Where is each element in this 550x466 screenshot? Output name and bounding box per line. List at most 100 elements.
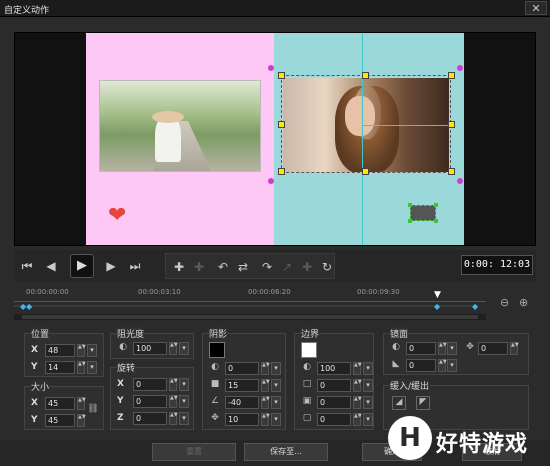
zoom-in-icon[interactable]: ⊕: [519, 296, 528, 309]
mirror-opacity-input[interactable]: 0: [406, 342, 436, 355]
resize-handle-tl[interactable]: [278, 72, 285, 79]
rotation-x-input[interactable]: 0: [133, 378, 167, 391]
opacity-input[interactable]: 100: [133, 342, 167, 355]
overlay-photo-girl-path[interactable]: [99, 80, 261, 172]
move-left-icon[interactable]: ↷: [258, 258, 276, 276]
border-width-spinner[interactable]: ▲▼: [353, 379, 362, 392]
distort-handle-br[interactable]: [457, 178, 463, 184]
shadow-angle-dropdown[interactable]: ▾: [271, 396, 281, 409]
small-overlay-object[interactable]: [410, 205, 436, 221]
rotation-y-input[interactable]: 0: [133, 395, 167, 408]
position-y-spinner[interactable]: ▲▼: [77, 361, 86, 374]
distort-handle-bl[interactable]: [268, 178, 274, 184]
size-x-input[interactable]: 45: [45, 397, 75, 410]
timecode-display[interactable]: 0:00: 12:03: [461, 255, 533, 275]
position-y-dropdown[interactable]: ▾: [87, 361, 97, 374]
border-blur-dropdown[interactable]: ▾: [363, 396, 373, 409]
timeline-ruler[interactable]: 00:00:00:00 00:00:03:10 00:00:06:20 00:0…: [14, 286, 494, 316]
rotation-x-spinner[interactable]: ▲▼: [169, 378, 178, 391]
add-keyframe-icon[interactable]: ✚: [170, 258, 188, 276]
fade-in-icon[interactable]: ◢: [392, 396, 406, 410]
position-x-spinner[interactable]: ▲▼: [77, 344, 86, 357]
reset-button[interactable]: 重置: [152, 443, 236, 461]
size-x-spinner[interactable]: ▲▼: [77, 397, 86, 410]
rotation-x-dropdown[interactable]: ▾: [179, 378, 189, 391]
rotation-z-spinner[interactable]: ▲▼: [169, 412, 178, 425]
go-to-start-icon[interactable]: ⏮: [18, 257, 36, 275]
small-handle-tl[interactable]: [408, 203, 412, 207]
mirror-opacity-spinner[interactable]: ▲▼: [438, 342, 447, 355]
mirror-opacity-dropdown[interactable]: ▾: [447, 342, 457, 355]
shadow-opacity-input[interactable]: 0: [225, 362, 259, 375]
shadow-blur-spinner[interactable]: ▲▼: [261, 379, 270, 392]
timeline-scrollbar[interactable]: [14, 314, 486, 320]
border-corner-input[interactable]: 0: [317, 413, 351, 426]
shadow-angle-spinner[interactable]: ▲▼: [261, 396, 270, 409]
swap-keyframes-icon[interactable]: ⇄: [234, 258, 252, 276]
fade-out-icon[interactable]: ◤: [416, 396, 430, 410]
border-blur-input[interactable]: 0: [317, 396, 351, 409]
shadow-angle-input[interactable]: -40: [225, 396, 259, 409]
resize-handle-tr[interactable]: [448, 72, 455, 79]
mirror-fade-dropdown[interactable]: ▾: [447, 359, 457, 372]
mirror-offset-input[interactable]: 0: [478, 342, 508, 355]
keyframe-marker[interactable]: ◆: [434, 302, 440, 311]
next-keyframe-icon[interactable]: ↻: [318, 258, 336, 276]
keyframe-marker[interactable]: ◆: [472, 302, 478, 311]
mirror-fade-input[interactable]: 0: [406, 359, 436, 372]
border-opacity-dropdown[interactable]: ▾: [363, 362, 373, 375]
small-handle-bl[interactable]: [408, 219, 412, 223]
selection-box[interactable]: [281, 75, 451, 173]
border-opacity-spinner[interactable]: ▲▼: [353, 362, 362, 375]
small-handle-br[interactable]: [434, 219, 438, 223]
previous-frame-icon[interactable]: ◀: [42, 257, 60, 275]
distort-handle-tl[interactable]: [268, 65, 274, 71]
distort-handle-tr[interactable]: [457, 65, 463, 71]
play-button[interactable]: ▶: [70, 254, 94, 278]
link-aspect-icon[interactable]: ⛓: [87, 404, 99, 417]
resize-handle-bl[interactable]: [278, 168, 285, 175]
small-handle-tr[interactable]: [434, 203, 438, 207]
opacity-spinner[interactable]: ▲▼: [169, 342, 178, 355]
go-to-end-icon[interactable]: ⏭: [126, 257, 144, 275]
resize-handle-l[interactable]: [278, 121, 285, 128]
border-corner-spinner[interactable]: ▲▼: [353, 413, 362, 426]
keyframe-marker[interactable]: ◆◆: [20, 302, 32, 311]
border-width-dropdown[interactable]: ▾: [363, 379, 373, 392]
resize-handle-b[interactable]: [362, 168, 369, 175]
scrollbar-thumb[interactable]: [22, 315, 478, 319]
save-as-button[interactable]: 保存至...: [244, 443, 328, 461]
close-button[interactable]: ✕: [525, 1, 547, 15]
resize-handle-br[interactable]: [448, 168, 455, 175]
rotation-y-dropdown[interactable]: ▾: [179, 395, 189, 408]
position-x-dropdown[interactable]: ▾: [87, 344, 97, 357]
shadow-distance-spinner[interactable]: ▲▼: [261, 413, 270, 426]
reverse-keyframe-icon[interactable]: ↶: [214, 258, 232, 276]
zoom-out-icon[interactable]: ⊖: [500, 296, 509, 309]
resize-handle-r[interactable]: [448, 121, 455, 128]
mirror-offset-spinner[interactable]: ▲▼: [510, 342, 519, 355]
size-y-input[interactable]: 45: [45, 414, 75, 427]
playhead[interactable]: ▼: [434, 290, 441, 300]
shadow-distance-dropdown[interactable]: ▾: [271, 413, 281, 426]
shadow-color-swatch[interactable]: [209, 342, 225, 358]
heart-sticker[interactable]: ❤: [108, 203, 126, 228]
border-color-swatch[interactable]: [301, 342, 317, 358]
border-corner-dropdown[interactable]: ▾: [363, 413, 373, 426]
shadow-blur-dropdown[interactable]: ▾: [271, 379, 281, 392]
opacity-dropdown[interactable]: ▾: [179, 342, 189, 355]
resize-handle-t[interactable]: [362, 72, 369, 79]
border-opacity-input[interactable]: 100: [317, 362, 351, 375]
border-blur-spinner[interactable]: ▲▼: [353, 396, 362, 409]
mirror-fade-spinner[interactable]: ▲▼: [438, 359, 447, 372]
position-x-input[interactable]: 48: [45, 344, 75, 357]
rotation-z-input[interactable]: 0: [133, 412, 167, 425]
rotation-y-spinner[interactable]: ▲▼: [169, 395, 178, 408]
keyframe-track[interactable]: [14, 305, 476, 307]
rotation-z-dropdown[interactable]: ▾: [179, 412, 189, 425]
position-y-input[interactable]: 14: [45, 361, 75, 374]
shadow-opacity-spinner[interactable]: ▲▼: [261, 362, 270, 375]
shadow-blur-input[interactable]: 15: [225, 379, 259, 392]
next-frame-icon[interactable]: ▶: [102, 257, 120, 275]
size-y-spinner[interactable]: ▲▼: [77, 414, 86, 427]
